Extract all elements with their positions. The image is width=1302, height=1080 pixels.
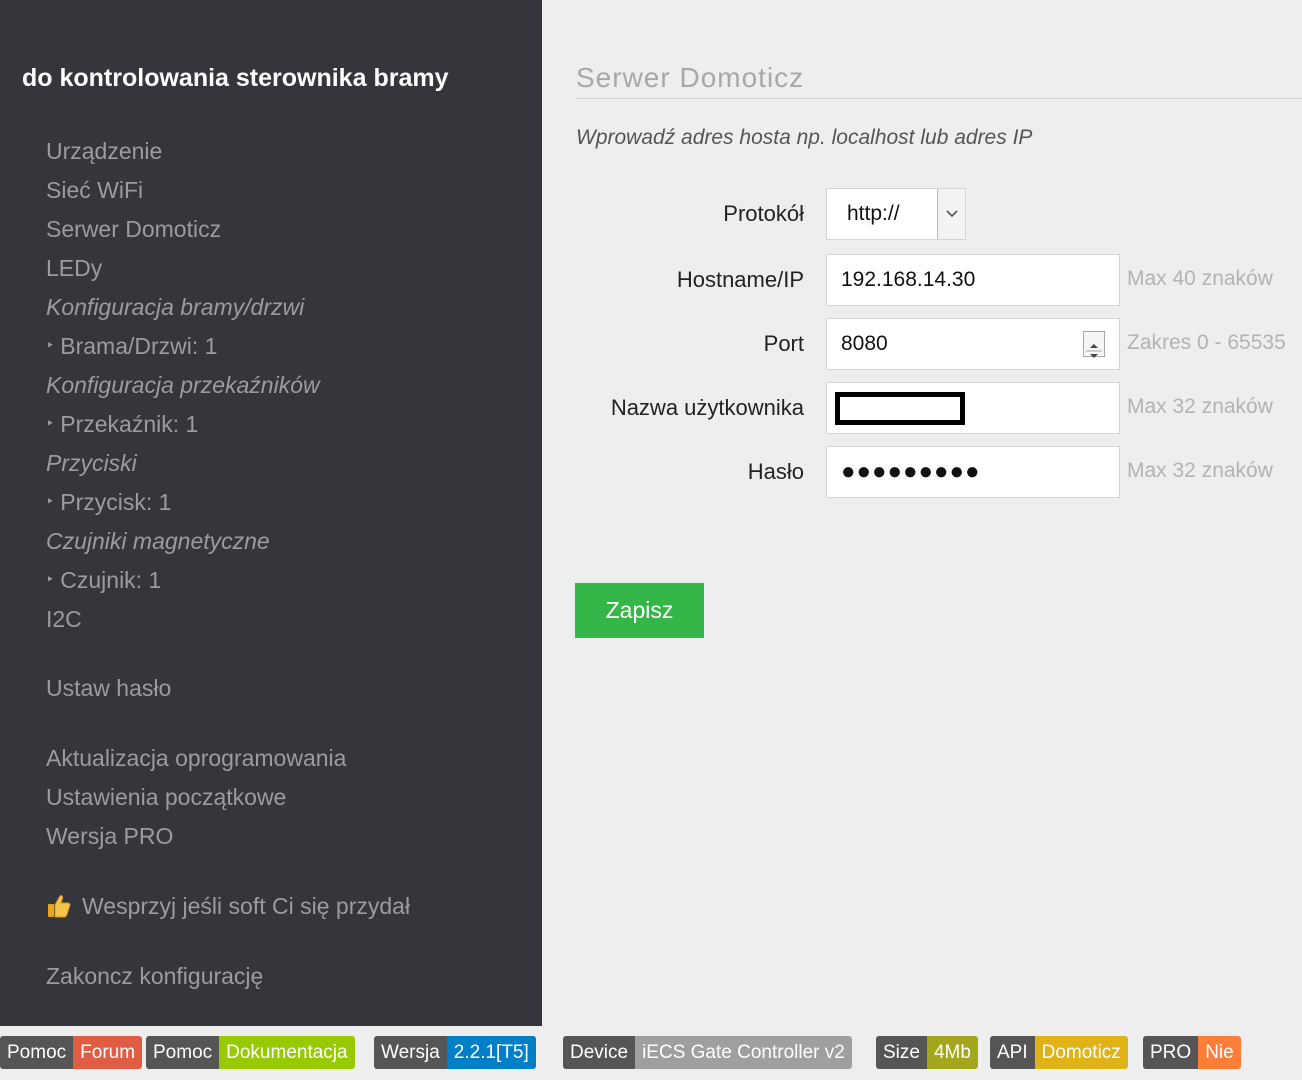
sidebar-item-factory-settings[interactable]: Ustawienia początkowe (46, 778, 526, 817)
badge-value: Nie (1198, 1036, 1241, 1069)
badge-key: API (990, 1036, 1035, 1069)
bullet-icon: ‣ (46, 571, 55, 588)
sidebar-item-finish-config[interactable]: Zakoncz konfigurację (46, 957, 526, 996)
sidebar-item-gate-1[interactable]: ‣ Brama/Drzwi: 1 (46, 327, 526, 366)
badge-device[interactable]: Device iECS Gate Controller v2 (563, 1036, 852, 1069)
username-note: Max 32 znaków (1127, 395, 1273, 418)
badge-key: Pomoc (0, 1036, 74, 1069)
menu-spacer (46, 926, 526, 957)
title-divider (576, 98, 1302, 99)
sidebar-section-gate-config: Konfiguracja bramy/drzwi (46, 294, 305, 320)
badge-value: Dokumentacja (219, 1036, 355, 1069)
port-note: Zakres 0 - 65535 (1127, 331, 1286, 354)
form-row-port: Port 8080 Zakres 0 - 65535 (542, 318, 1302, 370)
port-value: 8080 (841, 332, 888, 355)
sidebar-item-label: Przekaźnik: 1 (60, 411, 199, 437)
username-input[interactable] (826, 382, 1120, 434)
sidebar-item-sensor-1[interactable]: ‣ Czujnik: 1 (46, 561, 526, 600)
form-row-password: Hasło ●●●●●●●●● Max 32 znaków (542, 446, 1302, 498)
password-input[interactable]: ●●●●●●●●● (826, 446, 1120, 498)
protocol-label: Protokół (723, 201, 804, 226)
badge-key: Size (876, 1036, 927, 1069)
menu-spacer (46, 856, 526, 887)
page-title: Serwer Domoticz (576, 62, 805, 93)
footer-badges: Pomoc Forum Pomoc Dokumentacja Wersja 2.… (0, 1026, 1302, 1080)
bullet-icon: ‣ (46, 493, 55, 510)
sidebar-item-label: Przycisk: 1 (60, 489, 172, 515)
form-row-protocol: Protokół http:// (542, 188, 1302, 240)
password-label: Hasło (747, 459, 804, 484)
badge-key: PRO (1143, 1036, 1199, 1069)
sidebar-item-pro-version[interactable]: Wersja PRO (46, 817, 526, 856)
hostname-input[interactable]: 192.168.14.30 (826, 254, 1120, 306)
bullet-icon: ‣ (46, 337, 55, 354)
badge-key: Device (563, 1036, 636, 1069)
sidebar: do kontrolowania sterownika bramy Urządz… (0, 0, 542, 1026)
redaction-box (835, 392, 965, 425)
hostname-label: Hostname/IP (676, 267, 804, 292)
badge-help-docs[interactable]: Pomoc Dokumentacja (146, 1036, 355, 1069)
main-content: Serwer Domoticz Wprowadź adres hosta np.… (542, 0, 1302, 1026)
hint-text: Wprowadź adres hosta np. localhost lub a… (576, 126, 1033, 149)
menu-spacer (46, 708, 526, 739)
sidebar-item-label: Czujnik: 1 (60, 567, 162, 593)
thumbs-up-icon (46, 892, 72, 918)
badge-key: Pomoc (146, 1036, 220, 1069)
sidebar-menu: Urządzenie Sieć WiFi Serwer Domoticz LED… (46, 132, 526, 996)
badge-value: Forum (73, 1036, 143, 1069)
username-label: Nazwa użytkownika (610, 395, 804, 420)
sidebar-item-i2c[interactable]: I2C (46, 600, 526, 639)
form-row-username: Nazwa użytkownika Max 32 znaków (542, 382, 1302, 434)
badge-value: 2.2.1[T5] (446, 1036, 536, 1069)
badge-api[interactable]: API Domoticz (990, 1036, 1128, 1069)
badge-size[interactable]: Size 4Mb (876, 1036, 978, 1069)
sidebar-item-leds[interactable]: LEDy (46, 249, 526, 288)
protocol-select-value: http:// (847, 202, 900, 225)
sidebar-item-domoticz-server[interactable]: Serwer Domoticz (46, 210, 526, 249)
sidebar-item-device[interactable]: Urządzenie (46, 132, 526, 171)
port-label: Port (763, 331, 804, 356)
chevron-down-icon[interactable] (937, 189, 965, 239)
badge-version[interactable]: Wersja 2.2.1[T5] (374, 1036, 536, 1069)
sidebar-item-button-1[interactable]: ‣ Przycisk: 1 (46, 483, 526, 522)
badge-value: iECS Gate Controller v2 (635, 1036, 852, 1069)
spinner-icon[interactable] (1083, 331, 1105, 358)
save-button[interactable]: Zapisz (575, 583, 704, 638)
badge-pro[interactable]: PRO Nie (1143, 1036, 1241, 1069)
sidebar-item-set-password[interactable]: Ustaw hasło (46, 669, 526, 708)
sidebar-section-relay-config: Konfiguracja przekaźników (46, 372, 320, 398)
protocol-select[interactable]: http:// (826, 188, 966, 240)
sidebar-item-relay-1[interactable]: ‣ Przekaźnik: 1 (46, 405, 526, 444)
sidebar-item-label: Wesprzyj jeśli soft Ci się przydał (82, 893, 411, 919)
sidebar-item-support[interactable]: Wesprzyj jeśli soft Ci się przydał (46, 887, 526, 926)
badge-value: Domoticz (1034, 1036, 1128, 1069)
sidebar-section-buttons: Przyciski (46, 450, 137, 476)
form-row-hostname: Hostname/IP 192.168.14.30 Max 40 znaków (542, 254, 1302, 306)
app-title: do kontrolowania sterownika bramy (22, 64, 449, 92)
sidebar-item-label: Brama/Drzwi: 1 (60, 333, 218, 359)
port-input[interactable]: 8080 (826, 318, 1120, 370)
hostname-note: Max 40 znaków (1127, 267, 1273, 290)
sidebar-section-magnetic-sensors: Czujniki magnetyczne (46, 528, 270, 554)
menu-spacer (46, 639, 526, 669)
sidebar-item-firmware-update[interactable]: Aktualizacja oprogramowania (46, 739, 526, 778)
bullet-icon: ‣ (46, 415, 55, 432)
badge-help-forum[interactable]: Pomoc Forum (0, 1036, 143, 1069)
badge-value: 4Mb (926, 1036, 978, 1069)
badge-key: Wersja (374, 1036, 447, 1069)
password-note: Max 32 znaków (1127, 459, 1273, 482)
sidebar-item-wifi[interactable]: Sieć WiFi (46, 171, 526, 210)
